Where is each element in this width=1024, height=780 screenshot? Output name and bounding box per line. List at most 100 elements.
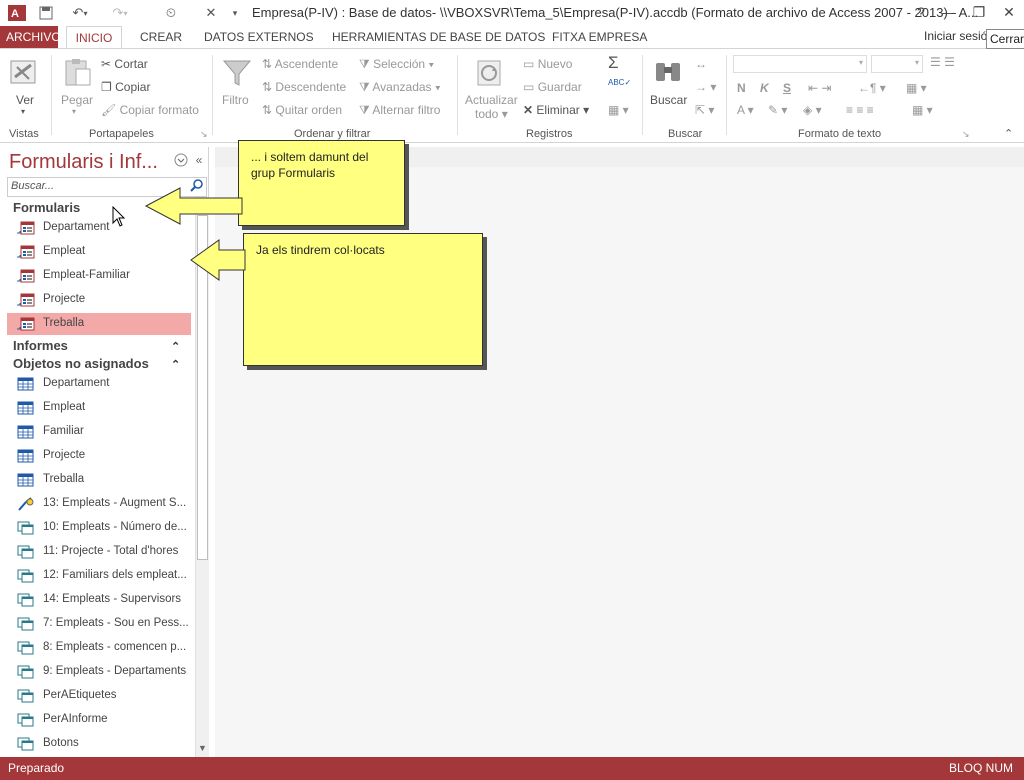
indent-icons[interactable]: ⇤ ⇥ xyxy=(808,81,831,95)
filter-button[interactable]: Filtro xyxy=(222,93,249,107)
minimize-button[interactable]: — xyxy=(934,0,964,24)
nav-item-query[interactable]: PerAInforme xyxy=(7,709,191,731)
font-color-icon[interactable]: A ▾ xyxy=(737,103,754,117)
view-icon[interactable] xyxy=(9,57,41,89)
binoculars-icon[interactable] xyxy=(652,57,684,89)
tab-datos-externos[interactable]: DATOS EXTERNOS xyxy=(198,26,320,48)
copy-button[interactable]: ❐ Copiar xyxy=(101,80,150,94)
nav-item-label: 14: Empleats - Supervisors xyxy=(43,593,182,605)
filter-icon[interactable] xyxy=(221,57,253,89)
sort-descending-button[interactable]: ⇅ Descendente xyxy=(262,80,346,94)
font-name-select[interactable]: ▾ xyxy=(733,55,867,73)
paragraph-direction-icon[interactable]: ←¶ ▾ xyxy=(858,81,886,95)
nav-item-form-projecte[interactable]: Projecte xyxy=(7,289,191,311)
scroll-down-icon[interactable]: ▼ xyxy=(198,743,207,753)
sort-ascending-icon: ⇅ xyxy=(262,57,273,71)
fill-color-icon[interactable]: ◈ ▾ xyxy=(803,103,822,117)
refresh-all-icon[interactable] xyxy=(474,57,506,89)
tab-crear[interactable]: CREAR xyxy=(134,26,188,48)
paste-button[interactable]: Pegar xyxy=(61,93,93,107)
bullet-list-icon[interactable]: ☰ ☰ xyxy=(930,55,955,69)
nav-item-query[interactable]: PerAEtiquetes xyxy=(7,685,191,707)
refresh-all-button[interactable]: Actualizar xyxy=(465,93,518,107)
nav-item-form-empleat-familiar[interactable]: Empleat-Familiar xyxy=(7,265,191,287)
highlight-icon[interactable]: ✎ ▾ xyxy=(768,103,787,117)
cancel-icon[interactable]: ✕ xyxy=(202,3,220,23)
tab-inicio[interactable]: INICIO xyxy=(66,26,122,48)
clipboard-launcher-icon[interactable]: ↘ xyxy=(200,129,208,140)
nav-item-form-empleat[interactable]: Empleat xyxy=(7,241,191,263)
sort-ascending-button[interactable]: ⇅ Ascendente xyxy=(262,57,338,71)
nav-item-label: PerAInforme xyxy=(43,713,108,725)
view-dropdown-icon[interactable]: ▾ xyxy=(21,107,25,116)
tab-archivo[interactable]: ARCHIVO xyxy=(0,26,61,48)
nav-item-query[interactable]: 12: Familiars dels empleat... xyxy=(7,565,191,587)
bold-button[interactable]: N xyxy=(737,81,746,95)
paste-icon[interactable] xyxy=(62,57,94,89)
nav-item-query[interactable]: 7: Empleats - Sou en Pess... xyxy=(7,613,191,635)
group-header-informes[interactable]: Informes xyxy=(13,338,68,353)
nav-item-query[interactable]: 10: Empleats - Número de... xyxy=(7,517,191,539)
totals-sigma-icon[interactable]: Σ xyxy=(608,53,619,73)
nav-item-query[interactable]: 9: Empleats - Departaments xyxy=(7,661,191,683)
help-button[interactable]: ? xyxy=(906,0,936,24)
close-button[interactable]: ✕ xyxy=(994,0,1024,24)
cut-button[interactable]: ✂ Cortar xyxy=(101,57,148,71)
touch-mode-icon[interactable]: ⏲ xyxy=(160,3,182,23)
find-button[interactable]: Buscar xyxy=(650,93,687,107)
sign-in-link[interactable]: Iniciar sesió xyxy=(924,29,987,43)
align-icons[interactable]: ≡ ≡ ≡ xyxy=(846,103,874,117)
nav-item-query[interactable]: 8: Empleats - comencen p... xyxy=(7,637,191,659)
shutter-bar-close-icon[interactable]: « xyxy=(191,153,207,169)
collapse-objetos-icon[interactable]: ⌃ xyxy=(171,358,180,371)
view-button[interactable]: Ver xyxy=(16,93,34,107)
nav-item-query[interactable]: 14: Empleats - Supervisors xyxy=(7,589,191,611)
nav-item-query[interactable]: 11: Projecte - Total d'hores xyxy=(7,541,191,563)
nav-item-table-empleat[interactable]: Empleat xyxy=(7,397,191,419)
nav-item-table-familiar[interactable]: Familiar xyxy=(7,421,191,443)
undo-icon[interactable]: ↶ ▾ xyxy=(66,3,94,23)
font-size-select[interactable]: ▾ xyxy=(871,55,923,73)
nav-menu-icon[interactable] xyxy=(173,153,189,169)
nav-item-table-projecte[interactable]: Projecte xyxy=(7,445,191,467)
remove-sort-button[interactable]: ⇅ Quitar orden xyxy=(262,103,342,117)
nav-item-form-treballa[interactable]: Treballa xyxy=(7,313,191,335)
selection-button[interactable]: ⧩ Selección ▾ xyxy=(359,57,434,72)
group-header-formularis[interactable]: Formularis xyxy=(13,200,80,215)
nav-item-query[interactable]: Botons xyxy=(7,733,191,755)
toggle-filter-button[interactable]: ⧩ Alternar filtro xyxy=(359,103,440,118)
nav-item-label: Departament xyxy=(43,221,110,233)
italic-button[interactable]: K xyxy=(760,81,769,95)
collapse-ribbon-icon[interactable]: ⌃ xyxy=(1004,127,1013,140)
tab-fitxa-empresa[interactable]: FITXA EMPRESA xyxy=(546,26,653,48)
save-record-button[interactable]: ▭ Guardar xyxy=(523,80,582,94)
tab-herramientas[interactable]: HERRAMIENTAS DE BASE DE DATOS xyxy=(326,26,551,48)
save-icon[interactable] xyxy=(36,3,56,23)
nav-item-table-departament[interactable]: Departament xyxy=(7,373,191,395)
delete-record-button[interactable]: ✕ Eliminar ▾ xyxy=(523,103,589,117)
gridlines-icon[interactable]: ▦ ▾ xyxy=(906,81,927,95)
refresh-all-sublabel[interactable]: todo ▾ xyxy=(475,107,508,121)
new-record-button[interactable]: ▭ Nuevo xyxy=(523,57,572,71)
select-icon[interactable]: ⇱ ▾ xyxy=(695,103,714,117)
text-format-launcher-icon[interactable]: ↘ xyxy=(962,129,970,140)
collapse-informes-icon[interactable]: ⌃ xyxy=(171,340,180,353)
group-header-objetos[interactable]: Objetos no asignados xyxy=(13,356,149,371)
redo-icon[interactable]: ↷ ▾ xyxy=(106,3,134,23)
go-to-icon[interactable]: → ▾ xyxy=(695,80,716,94)
nav-pane-title[interactable]: Formularis i Inf... xyxy=(9,151,158,174)
nav-item-query[interactable]: 13: Empleats - Augment S... xyxy=(7,493,191,515)
paste-dropdown-icon[interactable]: ▾ xyxy=(72,107,76,116)
advanced-button[interactable]: ⧩ Avanzadas ▾ xyxy=(359,80,441,95)
ribbon-separator xyxy=(51,55,52,135)
access-logo-icon[interactable]: A xyxy=(6,3,28,23)
replace-icon[interactable]: ↔ xyxy=(695,57,707,71)
more-records-icon[interactable]: ▦ ▾ xyxy=(608,103,629,117)
restore-button[interactable]: ❐ xyxy=(964,0,994,24)
format-painter-button[interactable]: 🖌 Copiar formato xyxy=(101,103,199,117)
spelling-icon[interactable]: ABC✓ xyxy=(608,78,631,87)
underline-button[interactable]: S xyxy=(783,81,791,95)
customize-qat-icon[interactable]: ▾ xyxy=(228,3,242,23)
alternate-row-icon[interactable]: ▦ ▾ xyxy=(912,103,933,117)
nav-item-table-treballa[interactable]: Treballa xyxy=(7,469,191,491)
